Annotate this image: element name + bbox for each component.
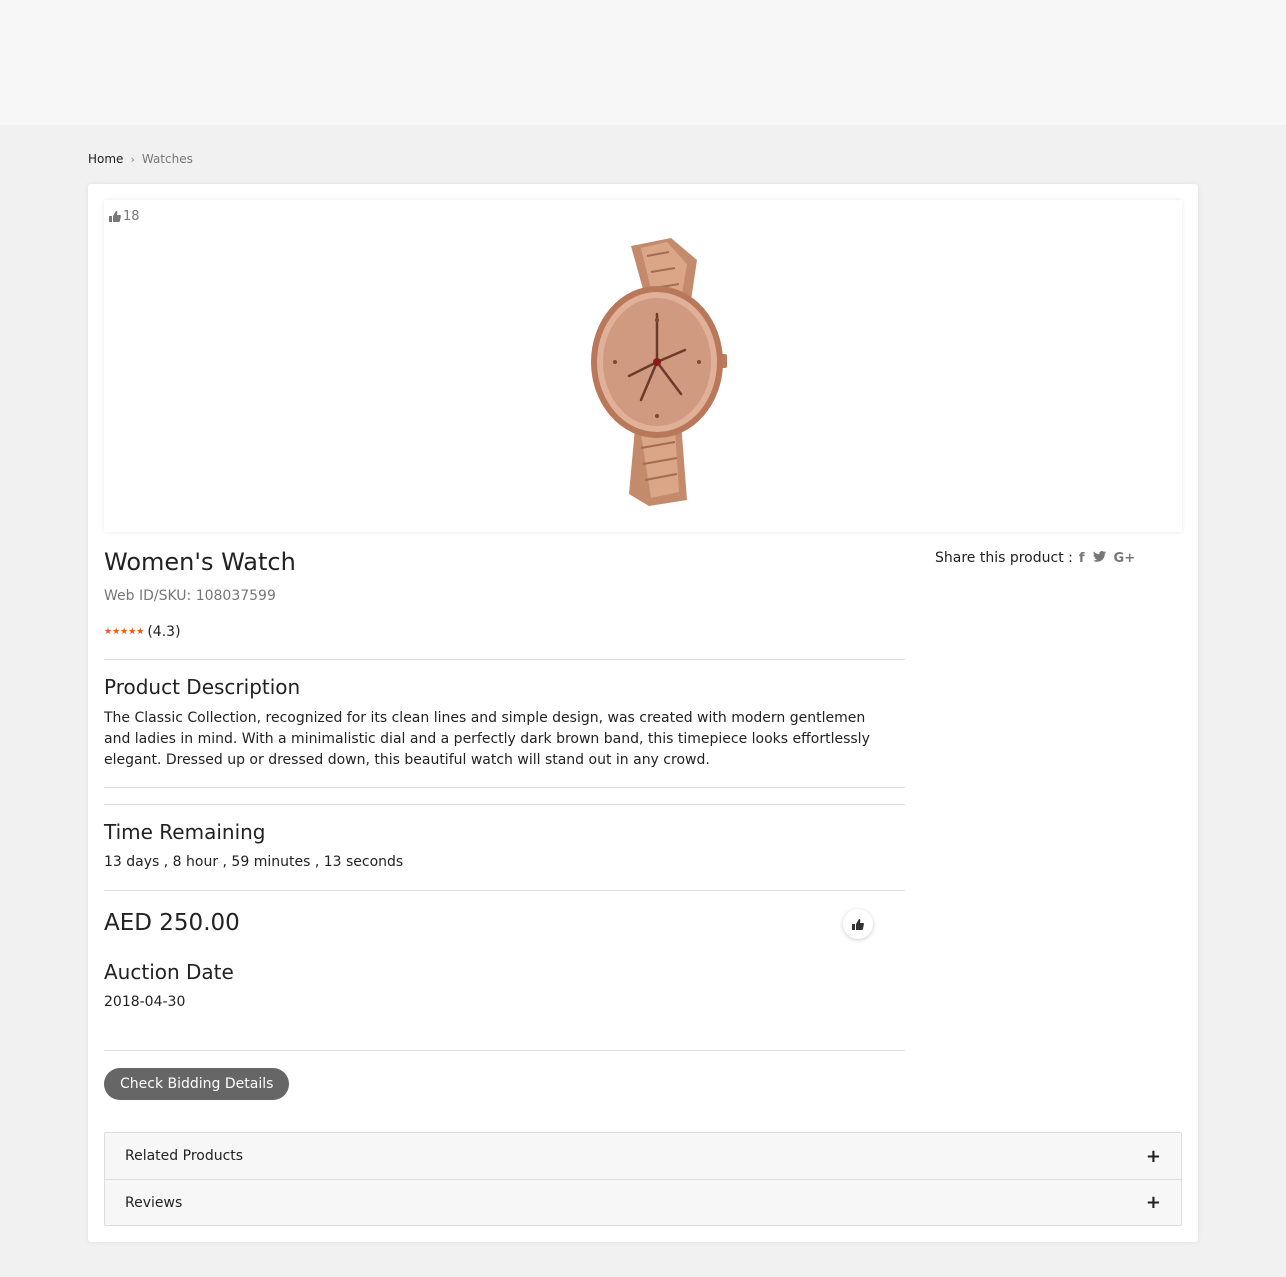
time-remaining-value: 13 days , 8 hour , 59 minutes , 13 secon… xyxy=(104,854,404,870)
product-accordion: Related Products + Reviews + xyxy=(104,1132,1182,1226)
product-rating: ★★★★★ (4.3) xyxy=(104,624,181,640)
product-card: 18 Women's Watch Web ID/SKU: 108037599 ★… xyxy=(88,184,1198,1242)
product-price: AED 250.00 xyxy=(104,910,240,936)
product-image-watch[interactable] xyxy=(569,228,729,506)
like-count: 18 xyxy=(109,209,140,224)
top-header-bar xyxy=(0,0,1286,125)
plus-icon[interactable]: + xyxy=(1146,1192,1161,1213)
breadcrumb-separator-icon: › xyxy=(130,152,135,166)
accordion-related-products[interactable]: Related Products + xyxy=(105,1133,1181,1179)
breadcrumb-home-link[interactable]: Home xyxy=(88,152,123,166)
divider xyxy=(104,1050,905,1051)
divider xyxy=(104,890,905,891)
thumbs-up-icon xyxy=(852,918,864,930)
facebook-icon[interactable]: f xyxy=(1079,551,1085,566)
check-bidding-details-button[interactable]: Check Bidding Details xyxy=(104,1068,290,1100)
divider xyxy=(104,659,905,660)
like-count-value: 18 xyxy=(123,209,140,224)
product-sku: Web ID/SKU: 108037599 xyxy=(104,588,276,604)
share-label: Share this product : xyxy=(935,550,1073,566)
breadcrumb: Home › Watches xyxy=(88,152,193,166)
accordion-label: Related Products xyxy=(125,1148,244,1164)
divider xyxy=(104,787,905,788)
google-plus-icon[interactable]: G+ xyxy=(1114,551,1136,566)
accordion-reviews[interactable]: Reviews + xyxy=(105,1179,1181,1225)
breadcrumb-watches-link[interactable]: Watches xyxy=(142,152,193,166)
rating-stars-icon: ★★★★★ xyxy=(104,627,145,637)
description-heading: Product Description xyxy=(104,675,301,699)
rating-value: (4.3) xyxy=(147,624,181,640)
description-text: The Classic Collection, recognized for i… xyxy=(104,710,870,768)
time-remaining-heading: Time Remaining xyxy=(104,820,266,844)
product-image-box: 18 xyxy=(104,200,1182,532)
auction-date-heading: Auction Date xyxy=(104,960,234,984)
twitter-icon[interactable] xyxy=(1092,550,1106,566)
thumbs-up-icon xyxy=(109,211,121,222)
plus-icon[interactable]: + xyxy=(1146,1146,1161,1167)
accordion-label: Reviews xyxy=(125,1194,183,1211)
divider xyxy=(104,804,905,805)
like-button[interactable] xyxy=(843,909,873,939)
share-bar: Share this product : f G+ xyxy=(935,550,1135,566)
auction-date-value: 2018-04-30 xyxy=(104,994,186,1010)
product-title: Women's Watch xyxy=(104,548,296,576)
